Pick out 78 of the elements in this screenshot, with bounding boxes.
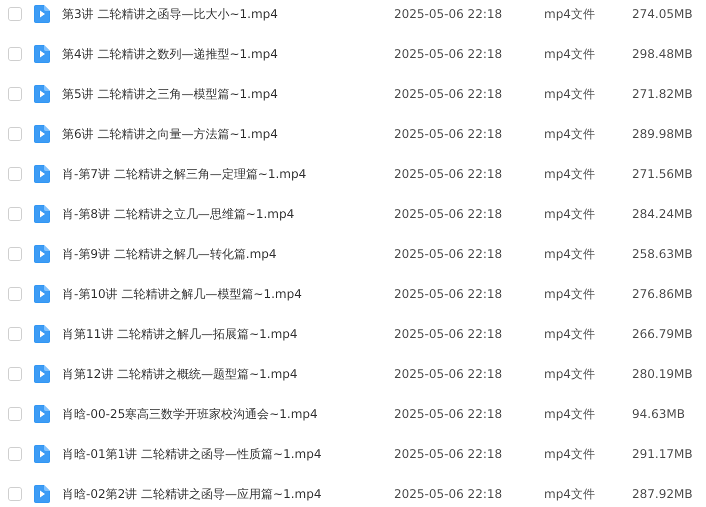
checkbox[interactable] (8, 247, 22, 261)
file-name[interactable]: 肖-第10讲 二轮精讲之解几—模型篇~1.mp4 (62, 286, 394, 302)
modified-date: 2025-05-06 22:18 (394, 407, 504, 421)
file-type: mp4文件 (544, 486, 596, 502)
video-file-icon (34, 365, 50, 383)
file-size: 287.92MB (632, 487, 693, 501)
video-file-icon (34, 405, 50, 423)
file-name[interactable]: 肖第11讲 二轮精讲之解几—拓展篇~1.mp4 (62, 326, 394, 342)
modified-date: 2025-05-06 22:18 (394, 7, 504, 21)
checkbox[interactable] (8, 167, 22, 181)
video-file-icon (34, 165, 50, 183)
video-file-icon (34, 205, 50, 223)
checkbox[interactable] (8, 367, 22, 381)
file-size: 271.82MB (632, 87, 693, 101)
checkbox[interactable] (8, 327, 22, 341)
file-size: 289.98MB (632, 127, 693, 141)
modified-date: 2025-05-06 22:18 (394, 127, 504, 141)
video-file-icon (34, 85, 50, 103)
checkbox[interactable] (8, 287, 22, 301)
modified-date: 2025-05-06 22:18 (394, 167, 504, 181)
file-type: mp4文件 (544, 126, 596, 142)
file-size: 274.05MB (632, 7, 693, 21)
checkbox[interactable] (8, 447, 22, 461)
file-name[interactable]: 肖第12讲 二轮精讲之概统—题型篇~1.mp4 (62, 366, 394, 382)
file-name[interactable]: 第3讲 二轮精讲之函导—比大小~1.mp4 (62, 6, 394, 22)
file-type: mp4文件 (544, 206, 596, 222)
checkbox[interactable] (8, 487, 22, 501)
checkbox[interactable] (8, 7, 22, 21)
file-type: mp4文件 (544, 446, 596, 462)
file-type: mp4文件 (544, 166, 596, 182)
file-type: mp4文件 (544, 326, 596, 342)
checkbox[interactable] (8, 47, 22, 61)
file-size: 276.86MB (632, 287, 693, 301)
modified-date: 2025-05-06 22:18 (394, 327, 504, 341)
file-size: 298.48MB (632, 47, 693, 61)
file-size: 280.19MB (632, 367, 693, 381)
modified-date: 2025-05-06 22:18 (394, 87, 504, 101)
modified-date: 2025-05-06 22:18 (394, 247, 504, 261)
video-file-icon (34, 485, 50, 503)
video-file-icon (34, 325, 50, 343)
file-name[interactable]: 肖晗-02第2讲 二轮精讲之函导—应用篇~1.mp4 (62, 486, 394, 502)
file-type: mp4文件 (544, 46, 596, 62)
file-size: 271.56MB (632, 167, 693, 181)
video-file-icon (34, 285, 50, 303)
modified-date: 2025-05-06 22:18 (394, 47, 504, 61)
file-name[interactable]: 肖-第9讲 二轮精讲之解几—转化篇.mp4 (62, 246, 394, 262)
file-size: 94.63MB (632, 407, 685, 421)
file-size: 291.17MB (632, 447, 693, 461)
video-file-icon (34, 125, 50, 143)
modified-date: 2025-05-06 22:18 (394, 207, 504, 221)
file-name[interactable]: 肖晗-00-25寒高三数学开班家校沟通会~1.mp4 (62, 406, 394, 422)
video-file-icon (34, 5, 50, 23)
modified-date: 2025-05-06 22:18 (394, 287, 504, 301)
checkbox[interactable] (8, 127, 22, 141)
file-name[interactable]: 第5讲 二轮精讲之三角—模型篇~1.mp4 (62, 86, 394, 102)
video-file-icon (34, 45, 50, 63)
file-size: 284.24MB (632, 207, 693, 221)
file-name[interactable]: 肖-第7讲 二轮精讲之解三角—定理篇~1.mp4 (62, 166, 394, 182)
modified-date: 2025-05-06 22:18 (394, 367, 504, 381)
file-name[interactable]: 第6讲 二轮精讲之向量—方法篇~1.mp4 (62, 126, 394, 142)
file-name[interactable]: 肖晗-01第1讲 二轮精讲之函导—性质篇~1.mp4 (62, 446, 394, 462)
file-type: mp4文件 (544, 86, 596, 102)
checkbox[interactable] (8, 87, 22, 101)
file-type: mp4文件 (544, 246, 596, 262)
file-type: mp4文件 (544, 286, 596, 302)
file-type: mp4文件 (544, 6, 596, 22)
modified-date: 2025-05-06 22:18 (394, 487, 504, 501)
file-name[interactable]: 第4讲 二轮精讲之数列—递推型~1.mp4 (62, 46, 394, 62)
video-file-icon (34, 245, 50, 263)
video-file-icon (34, 445, 50, 463)
file-size: 266.79MB (632, 327, 693, 341)
file-name[interactable]: 肖-第8讲 二轮精讲之立几—思维篇~1.mp4 (62, 206, 394, 222)
file-type: mp4文件 (544, 366, 596, 382)
modified-date: 2025-05-06 22:18 (394, 447, 504, 461)
file-size: 258.63MB (632, 247, 693, 261)
checkbox[interactable] (8, 207, 22, 221)
checkbox[interactable] (8, 407, 22, 421)
file-type: mp4文件 (544, 406, 596, 422)
